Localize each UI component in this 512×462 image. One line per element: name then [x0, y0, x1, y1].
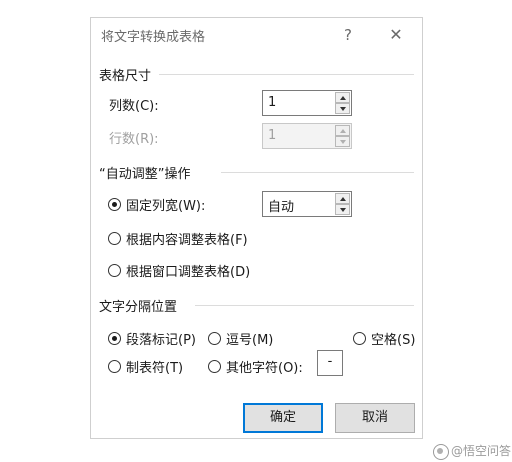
title-bar: 将文字转换成表格 ? ✕ [91, 18, 422, 52]
paragraph-mark-label[interactable]: 段落标记(P) [126, 329, 196, 348]
paragraph-mark-radio[interactable] [108, 332, 121, 345]
help-icon[interactable]: ? [336, 24, 360, 46]
columns-decrement-icon[interactable] [335, 103, 350, 114]
comma-radio[interactable] [208, 332, 221, 345]
autofit-window-radio[interactable] [108, 264, 121, 277]
rows-value: 1 [268, 128, 277, 143]
autofit-content-label[interactable]: 根据内容调整表格(F) [126, 229, 248, 248]
cancel-button[interactable]: 取消 [335, 403, 415, 433]
separator-divider [195, 305, 414, 306]
rows-spinner-arrows [335, 125, 350, 147]
space-radio[interactable] [353, 332, 366, 345]
watermark: @悟空问答 [433, 442, 511, 460]
autofit-content-radio[interactable] [108, 232, 121, 245]
comma-label[interactable]: 逗号(M) [226, 329, 273, 348]
fixed-width-radio[interactable] [108, 198, 121, 211]
watermark-logo-icon [433, 443, 449, 460]
autofit-heading: “自动调整”操作 [99, 167, 191, 182]
close-icon[interactable]: ✕ [383, 24, 409, 46]
columns-increment-icon[interactable] [335, 92, 350, 103]
autofit-divider [221, 172, 414, 173]
table-size-heading: 表格尺寸 [99, 69, 152, 84]
fixed-width-spinner-arrows [335, 193, 350, 215]
tab-radio[interactable] [108, 360, 121, 373]
autofit-window-label[interactable]: 根据窗口调整表格(D) [126, 261, 250, 280]
other-char-radio[interactable] [208, 360, 221, 373]
fixed-width-value[interactable]: 自动 [268, 196, 294, 215]
other-char-input[interactable]: - [317, 350, 343, 376]
ok-button[interactable]: 确定 [243, 403, 323, 433]
other-char-value[interactable]: - [328, 354, 333, 369]
table-size-divider [159, 74, 414, 75]
convert-text-to-table-dialog: 将文字转换成表格 ? ✕ 表格尺寸 列数(C): 1 行数(R): 1 “自动调… [90, 17, 423, 439]
rows-spinner: 1 [262, 123, 352, 149]
fixed-width-decrement-icon[interactable] [335, 204, 350, 215]
columns-label: 列数(C): [109, 99, 159, 114]
fixed-width-spinner[interactable]: 自动 [262, 191, 352, 217]
rows-decrement-icon [335, 136, 350, 147]
columns-spinner[interactable]: 1 [262, 90, 352, 116]
fixed-width-label[interactable]: 固定列宽(W): [126, 195, 205, 214]
columns-spinner-arrows [335, 92, 350, 114]
columns-value[interactable]: 1 [268, 95, 276, 110]
rows-increment-icon [335, 125, 350, 136]
space-label[interactable]: 空格(S) [371, 329, 415, 348]
tab-label[interactable]: 制表符(T) [126, 357, 183, 376]
watermark-text: @悟空问答 [451, 444, 512, 458]
other-char-label[interactable]: 其他字符(O): [226, 357, 303, 376]
rows-label: 行数(R): [109, 132, 159, 147]
fixed-width-increment-icon[interactable] [335, 193, 350, 204]
separator-heading: 文字分隔位置 [99, 300, 178, 315]
dialog-title: 将文字转换成表格 [101, 30, 206, 45]
